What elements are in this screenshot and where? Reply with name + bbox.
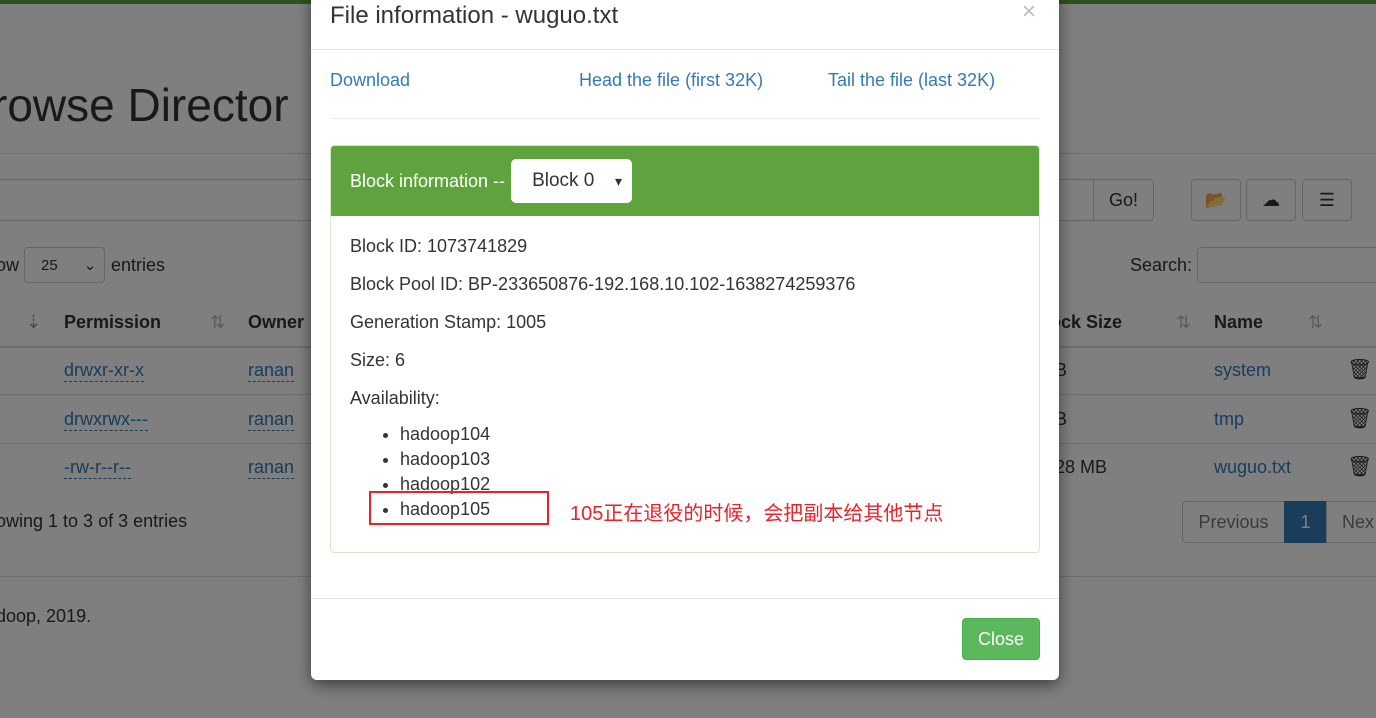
- head-file-link[interactable]: Head the file (first 32K): [579, 70, 763, 91]
- block-pool-id: Block Pool ID: BP-233650876-192.168.10.1…: [350, 274, 856, 294]
- divider: [311, 49, 1059, 50]
- modal-title: File information - wuguo.txt: [330, 2, 619, 29]
- close-icon[interactable]: ×: [1022, 0, 1036, 26]
- block-id: Block ID: 1073741829: [350, 236, 528, 256]
- generation-stamp: Generation Stamp: 1005: [350, 312, 547, 332]
- availability-label: Availability:: [350, 388, 440, 408]
- divider: [311, 598, 1059, 599]
- tail-file-link[interactable]: Tail the file (last 32K): [828, 70, 995, 91]
- block-size: Size: 6: [350, 350, 406, 370]
- download-link[interactable]: Download: [330, 70, 410, 91]
- chevron-down-icon: ▾: [615, 172, 623, 189]
- panel-heading: Block information -- Block 0 ▾: [331, 146, 1039, 216]
- list-item: hadoop104: [400, 422, 1020, 447]
- annotation-text: 105正在退役的时候，会把副本给其他节点: [570, 503, 944, 525]
- annotation-highlight-box: [369, 491, 549, 525]
- divider: [330, 118, 1040, 119]
- list-item: hadoop103: [400, 447, 1020, 472]
- block-select[interactable]: Block 0 ▾: [511, 159, 633, 203]
- block-heading: Block information --: [350, 170, 506, 191]
- file-info-modal: File information - wuguo.txt × Download …: [311, 0, 1059, 680]
- close-button[interactable]: Close: [962, 618, 1040, 660]
